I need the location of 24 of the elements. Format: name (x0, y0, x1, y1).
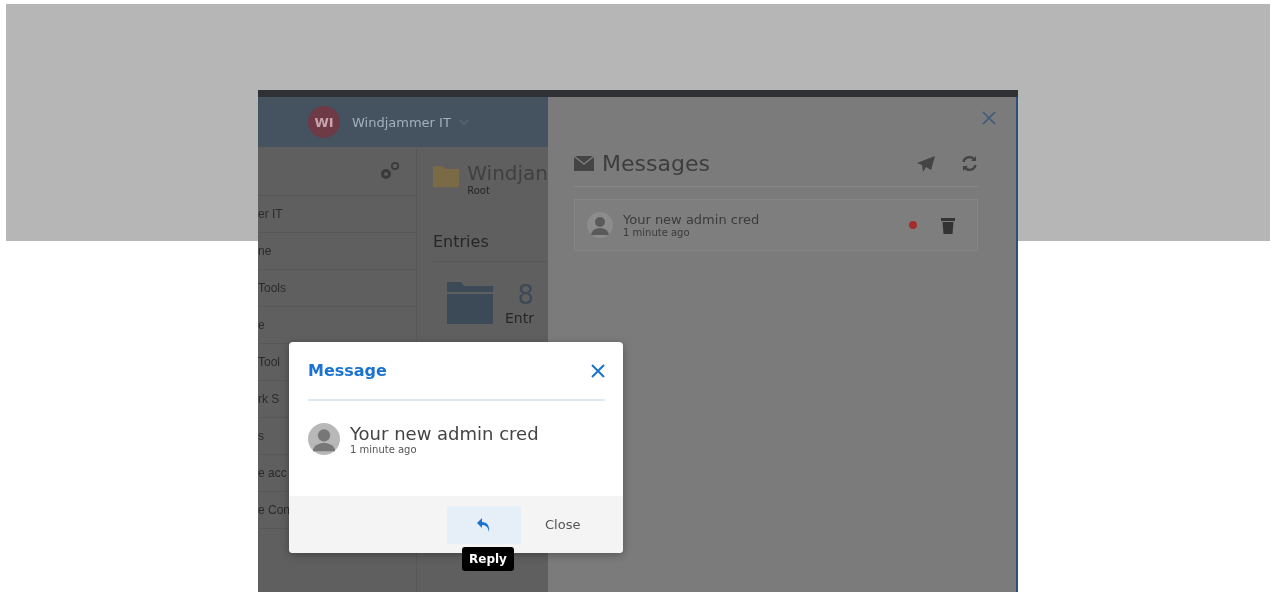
entry-count-label: Entr (505, 310, 534, 326)
envelope-icon (574, 156, 594, 171)
message-subject: Your new admin cred (623, 212, 760, 227)
vault-subtitle: Root (467, 185, 491, 196)
org-dropdown[interactable]: Windjammer IT (352, 114, 469, 130)
folders-icon (447, 280, 493, 324)
panel-title: Messages (602, 151, 710, 176)
avatar-icon (308, 423, 340, 455)
dialog-title: Message (308, 361, 387, 380)
close-button[interactable]: Close (535, 509, 591, 540)
message-subject: Your new admin cred (350, 423, 539, 444)
message-time: 1 minute ago (350, 444, 418, 455)
avatar-icon (587, 212, 613, 238)
reply-icon (476, 516, 492, 533)
message-time: 1 minute ago (623, 227, 691, 238)
refresh-icon[interactable] (961, 155, 978, 172)
close-icon[interactable] (591, 363, 605, 378)
avatar-badge: WI (308, 106, 340, 138)
reply-tooltip: Reply (462, 547, 514, 571)
paper-plane-icon[interactable] (917, 155, 935, 172)
gears-icon[interactable] (378, 161, 400, 181)
trash-icon[interactable] (941, 216, 955, 234)
message-row[interactable]: Your new admin cred 1 minute ago (574, 199, 978, 251)
reply-button[interactable] (447, 505, 521, 544)
